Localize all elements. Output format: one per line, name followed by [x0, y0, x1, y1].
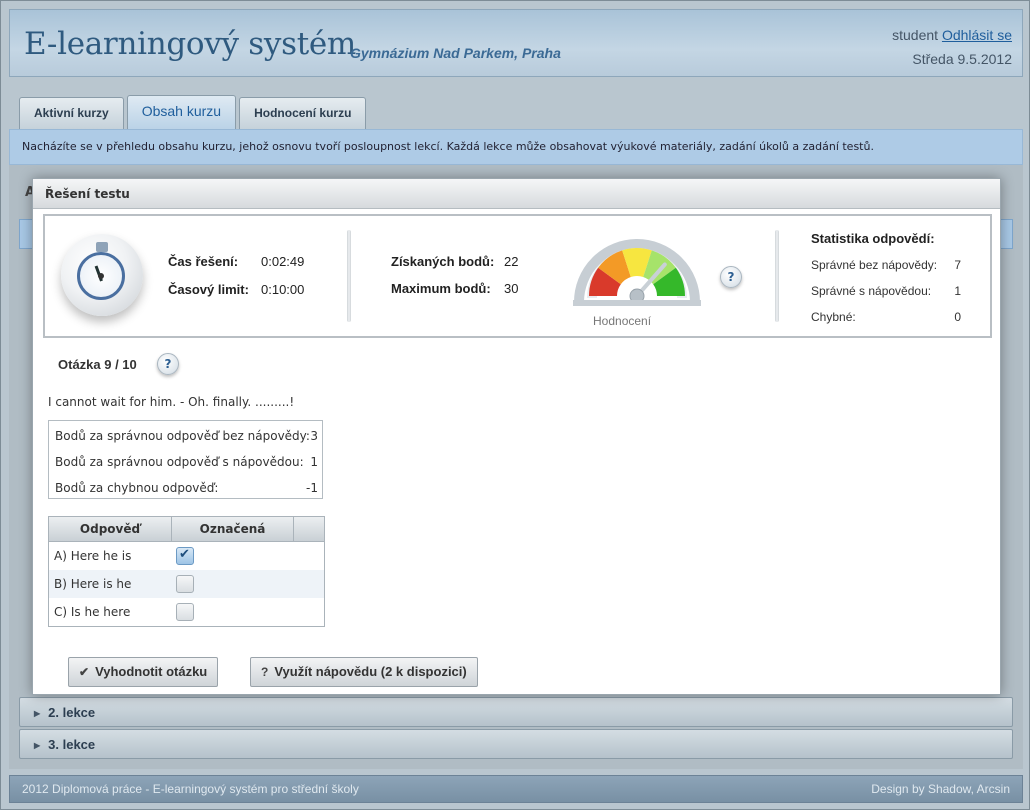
points-table: Bodů za správnou odpověď bez nápovědy: 3…	[48, 420, 323, 499]
time-row: Čas řešení: 0:02:49	[168, 254, 304, 269]
expand-arrow-icon: ▶	[34, 709, 41, 718]
gauge-label: Hodnocení	[593, 314, 652, 328]
points-row-value: -1	[306, 481, 318, 495]
current-date: Středa 9.5.2012	[912, 51, 1012, 67]
stopwatch-center	[98, 273, 104, 279]
evaluate-label: Vyhodnotit otázku	[95, 664, 208, 679]
divider	[775, 230, 779, 322]
answer-label: A) Here he is	[54, 549, 132, 563]
main-tabs: Aktivní kurzy Obsah kurzu Hodnocení kurz…	[19, 95, 367, 131]
tab-hodnoceni-kurzu[interactable]: Hodnocení kurzu	[239, 97, 367, 131]
time-value: 0:02:49	[261, 254, 305, 269]
info-bar: Nacházíte se v přehledu obsahu kurzu, je…	[9, 129, 1023, 165]
points-row: Získaných bodů: 22	[391, 254, 518, 269]
stopwatch-face	[77, 252, 125, 300]
username: student	[892, 27, 939, 43]
rating-gauge	[573, 239, 701, 306]
limit-row: Časový limit: 0:10:00	[168, 282, 304, 297]
stat-value: 7	[954, 258, 961, 272]
help-icon[interactable]: ?	[157, 353, 179, 375]
points-row-value: 3	[310, 429, 318, 443]
answers-header: Odpověď Označená	[49, 517, 324, 542]
max-points-row: Maximum bodů: 30	[391, 281, 518, 296]
question-number: Otázka 9 / 10	[58, 357, 137, 372]
section-label: 2. lekce	[48, 705, 96, 720]
points-row-label: Bodů za správnou odpověď bez nápovědy:	[55, 429, 310, 443]
limit-label: Časový limit:	[168, 282, 249, 297]
footer-credits: Design by Shadow, Arcsin	[871, 782, 1010, 796]
divider	[347, 230, 351, 322]
stat-label: Správné bez nápovědy:	[811, 258, 938, 272]
answer-checkbox[interactable]	[176, 603, 194, 621]
test-result-dialog: Řešení testu Čas řešení: 0:02:49 Časový …	[32, 178, 1001, 695]
stats-title: Statistika odpovědí:	[811, 231, 935, 246]
help-icon[interactable]: ?	[720, 266, 742, 288]
app-window: E-learningový systém Gymnázium Nad Parke…	[0, 0, 1030, 810]
points-row-label: Bodů za chybnou odpověď:	[55, 481, 219, 495]
table-row[interactable]: C) Is he here	[49, 598, 324, 626]
tab-obsah-kurzu[interactable]: Obsah kurzu	[126, 95, 237, 131]
stat-label: Chybné:	[811, 310, 856, 324]
points-row-hint: Bodů za správnou odpověď s nápovědou: 1	[55, 455, 318, 469]
answer-label: B) Here is he	[54, 577, 132, 591]
table-row[interactable]: A) Here he is	[49, 542, 324, 570]
dialog-title: Řešení testu	[33, 179, 1000, 209]
stats-panel: Čas řešení: 0:02:49 Časový limit: 0:10:0…	[43, 214, 992, 338]
column-header-extra	[294, 517, 324, 542]
school-name: Gymnázium Nad Parkem, Praha	[350, 45, 561, 61]
answer-label: C) Is he here	[54, 605, 131, 619]
table-row[interactable]: B) Here is he	[49, 570, 324, 598]
logout-link[interactable]: Odhlásit se	[942, 27, 1012, 43]
points-row-wrong: Bodů za chybnou odpověď: -1	[55, 481, 318, 495]
stopwatch-crown	[96, 242, 108, 252]
max-points-label: Maximum bodů:	[391, 281, 491, 296]
question-text: I cannot wait for him. - Oh. finally. ..…	[48, 395, 295, 409]
stat-row-wrong: Chybné: 0	[811, 310, 961, 324]
stat-label: Správné s nápovědou:	[811, 284, 932, 298]
stat-value: 1	[954, 284, 961, 298]
hint-label: Využít nápovědu (2 k dispozici)	[274, 664, 467, 679]
section-lekce-2[interactable]: ▶ 2. lekce	[19, 697, 1013, 727]
tab-aktivni-kurzy[interactable]: Aktivní kurzy	[19, 97, 124, 131]
points-row-label: Bodů za správnou odpověď s nápovědou:	[55, 455, 304, 469]
points-row-value: 1	[310, 455, 318, 469]
question-icon: ?	[261, 665, 269, 679]
stat-row-correct-hint: Správné s nápovědou: 1	[811, 284, 961, 298]
stopwatch-icon	[61, 234, 143, 316]
stat-value: 0	[954, 310, 961, 324]
column-header-marked[interactable]: Označená	[172, 517, 294, 542]
answer-checkbox[interactable]	[176, 575, 194, 593]
points-label: Získaných bodů:	[391, 254, 495, 269]
app-title: E-learningový systém	[24, 26, 357, 62]
header: E-learningový systém Gymnázium Nad Parke…	[9, 9, 1023, 77]
stat-row-correct-no-hint: Správné bez nápovědy: 7	[811, 258, 961, 272]
footer-text: 2012 Diplomová práce - E-learningový sys…	[22, 782, 359, 796]
answers-table: Odpověď Označená A) Here he is B) Here i…	[48, 516, 325, 627]
points-row-no-hint: Bodů za správnou odpověď bez nápovědy: 3	[55, 429, 318, 443]
max-points-value: 30	[504, 281, 519, 296]
section-label: 3. lekce	[48, 737, 96, 752]
points-value: 22	[504, 254, 519, 269]
use-hint-button[interactable]: ? Využít nápovědu (2 k dispozici)	[250, 657, 478, 687]
column-header-answer[interactable]: Odpověď	[49, 517, 172, 542]
checkmark-icon: ✔	[79, 665, 90, 679]
answer-checkbox[interactable]	[176, 547, 194, 565]
user-line: student Odhlásit se	[892, 27, 1012, 43]
expand-arrow-icon: ▶	[34, 741, 41, 750]
section-lekce-3[interactable]: ▶ 3. lekce	[19, 729, 1013, 759]
limit-value: 0:10:00	[261, 282, 305, 297]
time-label: Čas řešení:	[168, 254, 239, 269]
footer: 2012 Diplomová práce - E-learningový sys…	[9, 775, 1023, 803]
evaluate-question-button[interactable]: ✔ Vyhodnotit otázku	[68, 657, 219, 687]
